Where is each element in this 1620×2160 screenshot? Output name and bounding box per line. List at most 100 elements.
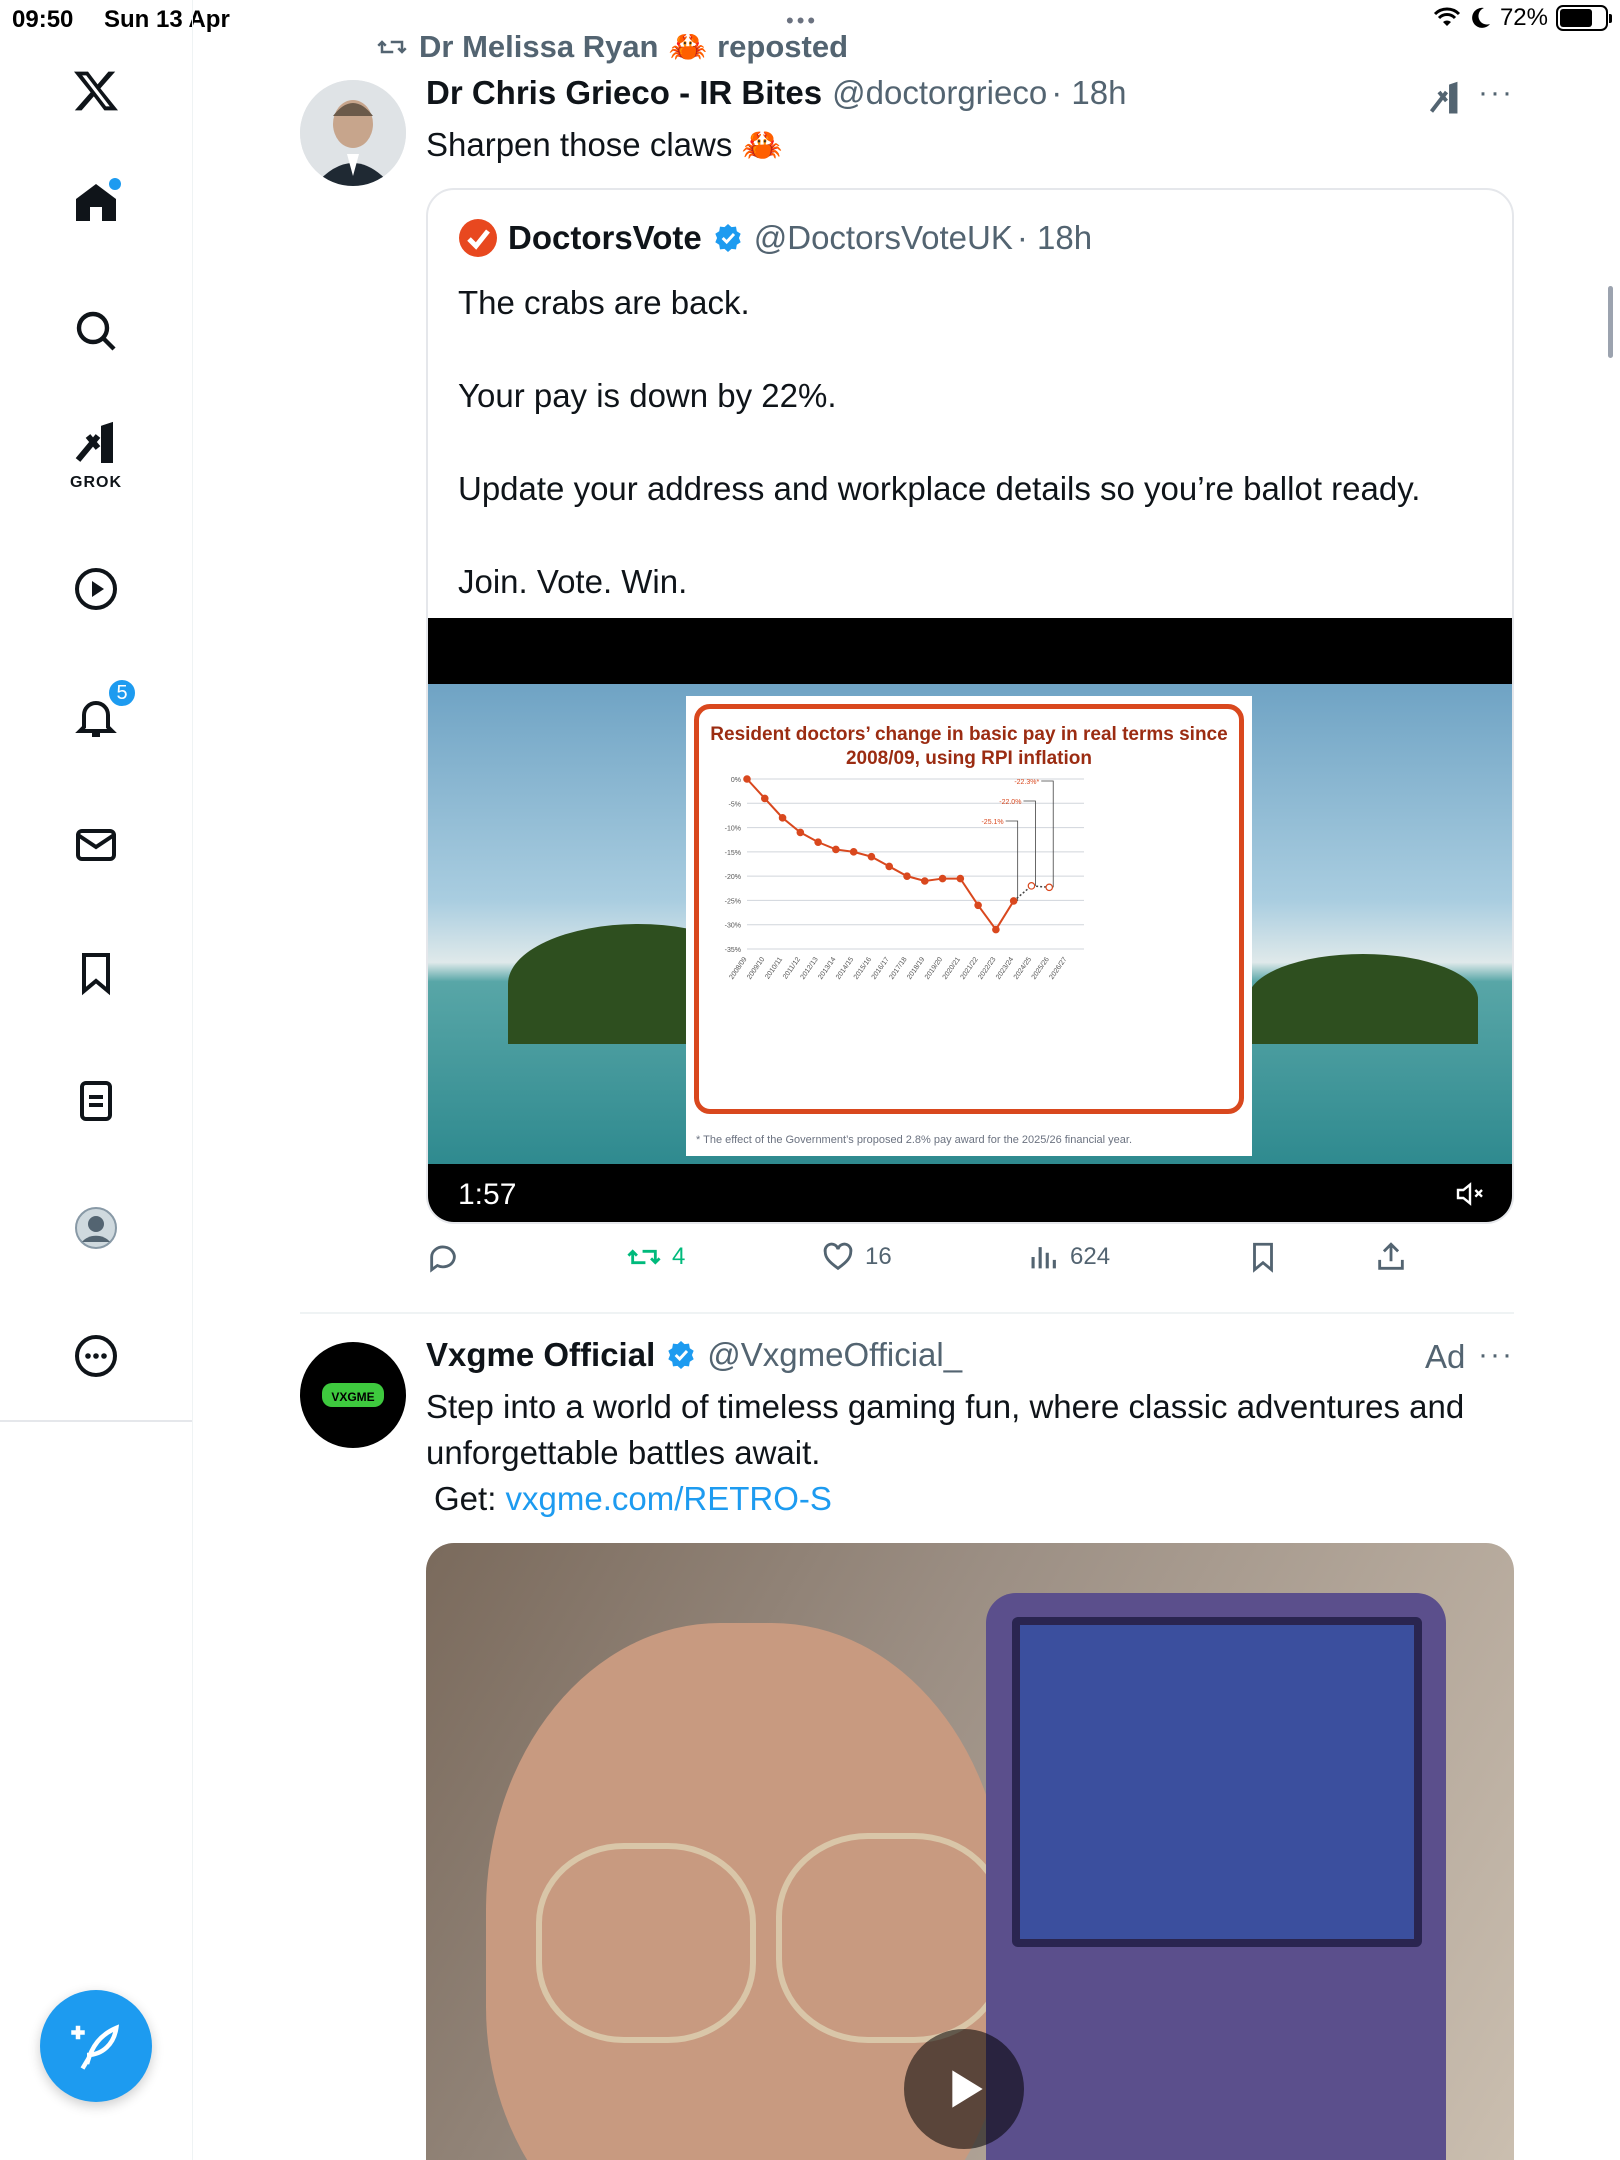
repost-button[interactable]: 4 (626, 1240, 685, 1274)
scrollbar-thumb[interactable] (1608, 286, 1613, 358)
data-point (849, 848, 858, 856)
data-point (814, 838, 822, 846)
quoted-tweet[interactable]: DoctorsVote @DoctorsVoteUK · 18h The cra… (426, 188, 1514, 1224)
compose-post-button[interactable] (40, 1990, 152, 2102)
grok-icon[interactable]: GROK (55, 412, 137, 494)
share-button[interactable] (1374, 1240, 1408, 1274)
annotation-leader (1005, 820, 1019, 901)
more-options-icon[interactable] (55, 1315, 137, 1397)
play-button[interactable] (904, 2029, 1024, 2149)
quoted-line: Your pay is down by 22%. (458, 377, 837, 414)
x-tick-label: 2009/10 (746, 956, 766, 981)
y-tick-label: -25% (725, 898, 741, 905)
y-tick-label: -15% (725, 850, 741, 857)
timeline-feed[interactable]: Dr Melissa Ryan 🦀 reposted Dr Chris Grie… (193, 0, 1613, 2160)
chart-frame: Resident doctors’ change in basic pay in… (694, 704, 1244, 1114)
like-button[interactable]: 16 (821, 1240, 892, 1274)
ad-tweet-text: Step into a world of timeless gaming fun… (426, 1384, 1464, 1522)
tweet-divider (300, 1312, 1514, 1314)
crab-emoji-icon: 🦀 (741, 126, 783, 163)
data-point (760, 794, 769, 803)
share-upload-icon (1378, 1242, 1404, 1270)
search-icon[interactable] (55, 290, 137, 372)
author-name[interactable]: Dr Chris Grieco - IR Bites (426, 74, 822, 112)
data-point (867, 852, 876, 861)
y-tick-label: -5% (729, 801, 741, 808)
messages-envelope-icon[interactable] (55, 804, 137, 886)
data-point (796, 828, 805, 837)
like-count: 16 (865, 1243, 892, 1270)
y-tick-label: -20% (725, 874, 741, 881)
verified-badge-icon (715, 224, 741, 252)
home-icon[interactable] (55, 162, 137, 244)
notifications-bell-icon[interactable]: 5 (55, 676, 137, 758)
ad-label: Ad (1425, 1338, 1466, 1375)
doctorsvote-logo-icon (459, 219, 497, 257)
profile-avatar-icon[interactable] (55, 1187, 137, 1269)
view-count: 624 (1070, 1243, 1111, 1270)
tweet-text: Sharpen those claws 🦀 (426, 122, 783, 168)
ad-more-icon[interactable]: ··· (1478, 1338, 1514, 1372)
ad-link[interactable]: vxgme.com/RETRO-S (506, 1480, 832, 1517)
tweet-actions: 4 16 624 (426, 1240, 1514, 1290)
repost-count: 4 (672, 1243, 686, 1270)
video-player[interactable]: Resident doctors’ change in basic pay in… (428, 618, 1512, 1222)
data-point (903, 872, 911, 880)
repost-context[interactable]: Dr Melissa Ryan 🦀 reposted (375, 28, 848, 65)
feather-plus-icon (71, 2024, 120, 2070)
data-annotation: -22.0% (999, 799, 1021, 806)
quoted-tweet-header: DoctorsVote @DoctorsVoteUK · 18h (458, 218, 1092, 258)
quoted-author-handle[interactable]: @DoctorsVoteUK (754, 219, 1013, 257)
data-point (974, 901, 982, 910)
chart-footnote: * The effect of the Government’s propose… (696, 1134, 1132, 1146)
quoted-line: Update your address and workplace detail… (458, 470, 1421, 507)
handheld-console-decoration (986, 1593, 1446, 2160)
advertiser-handle[interactable]: @VxgmeOfficial_ (707, 1336, 962, 1374)
video-play-icon[interactable] (55, 548, 137, 630)
vxgme-logo-icon: VXGME (322, 1383, 384, 1407)
bookmark-icon (1253, 1242, 1273, 1273)
quoted-line: Join. Vote. Win. (458, 563, 688, 600)
advertiser-name[interactable]: Vxgme Official (426, 1336, 655, 1374)
repost-icon (627, 1249, 661, 1265)
heart-icon (823, 1242, 853, 1271)
tweet-more-icon[interactable]: ··· (1478, 76, 1514, 110)
views-button[interactable]: 624 (1026, 1240, 1110, 1274)
annotation-leader (1041, 780, 1054, 888)
glasses-decoration (776, 1833, 1006, 2043)
quoted-author-name[interactable]: DoctorsVote (508, 219, 702, 257)
data-annotation: -22.3%* (1014, 779, 1039, 786)
ad-tweet-header: Vxgme Official @VxgmeOfficial_ (426, 1336, 962, 1374)
sidebar-divider (0, 1420, 192, 1422)
quoted-line: The crabs are back. (458, 284, 750, 321)
x-logo-icon[interactable] (55, 50, 137, 132)
ad-text-line: unforgettable battles await. (426, 1434, 821, 1471)
island-right-decoration (1248, 954, 1478, 1044)
y-tick-label: -35% (725, 947, 741, 954)
glasses-decoration (536, 1843, 756, 2043)
mute-speaker-icon[interactable] (1454, 1178, 1486, 1210)
author-handle[interactable]: @doctorgrieco (832, 74, 1047, 112)
tweet-time[interactable]: · 18h (1051, 74, 1126, 112)
tweet-text-content: Sharpen those claws (426, 126, 733, 163)
grok-explain-icon[interactable] (1426, 80, 1464, 116)
grok-label: GROK (70, 474, 122, 491)
series-line (746, 778, 1015, 932)
data-point (832, 845, 840, 854)
video-frame: Resident doctors’ change in basic pay in… (428, 684, 1512, 1164)
author-avatar[interactable] (300, 80, 406, 186)
lists-icon[interactable] (55, 1060, 137, 1142)
annotation-leader (1023, 800, 1036, 886)
crab-emoji-icon: 🦀 (668, 29, 708, 64)
bookmark-button[interactable] (1246, 1240, 1280, 1274)
advertiser-avatar[interactable]: VXGME (300, 1342, 406, 1448)
reposter-name[interactable]: Dr Melissa Ryan (419, 29, 659, 65)
views-chart-icon (1031, 1247, 1056, 1269)
pay-change-line-chart: 0%-5%-10%-15%-20%-25%-30%-35%2008/092009… (725, 775, 1084, 981)
data-point (1045, 883, 1054, 892)
reply-button[interactable] (426, 1240, 460, 1274)
y-tick-label: 0% (731, 777, 741, 784)
bookmark-icon[interactable] (55, 932, 137, 1014)
ad-video[interactable] (426, 1543, 1514, 2160)
ad-get-prefix: Get: (434, 1480, 497, 1517)
